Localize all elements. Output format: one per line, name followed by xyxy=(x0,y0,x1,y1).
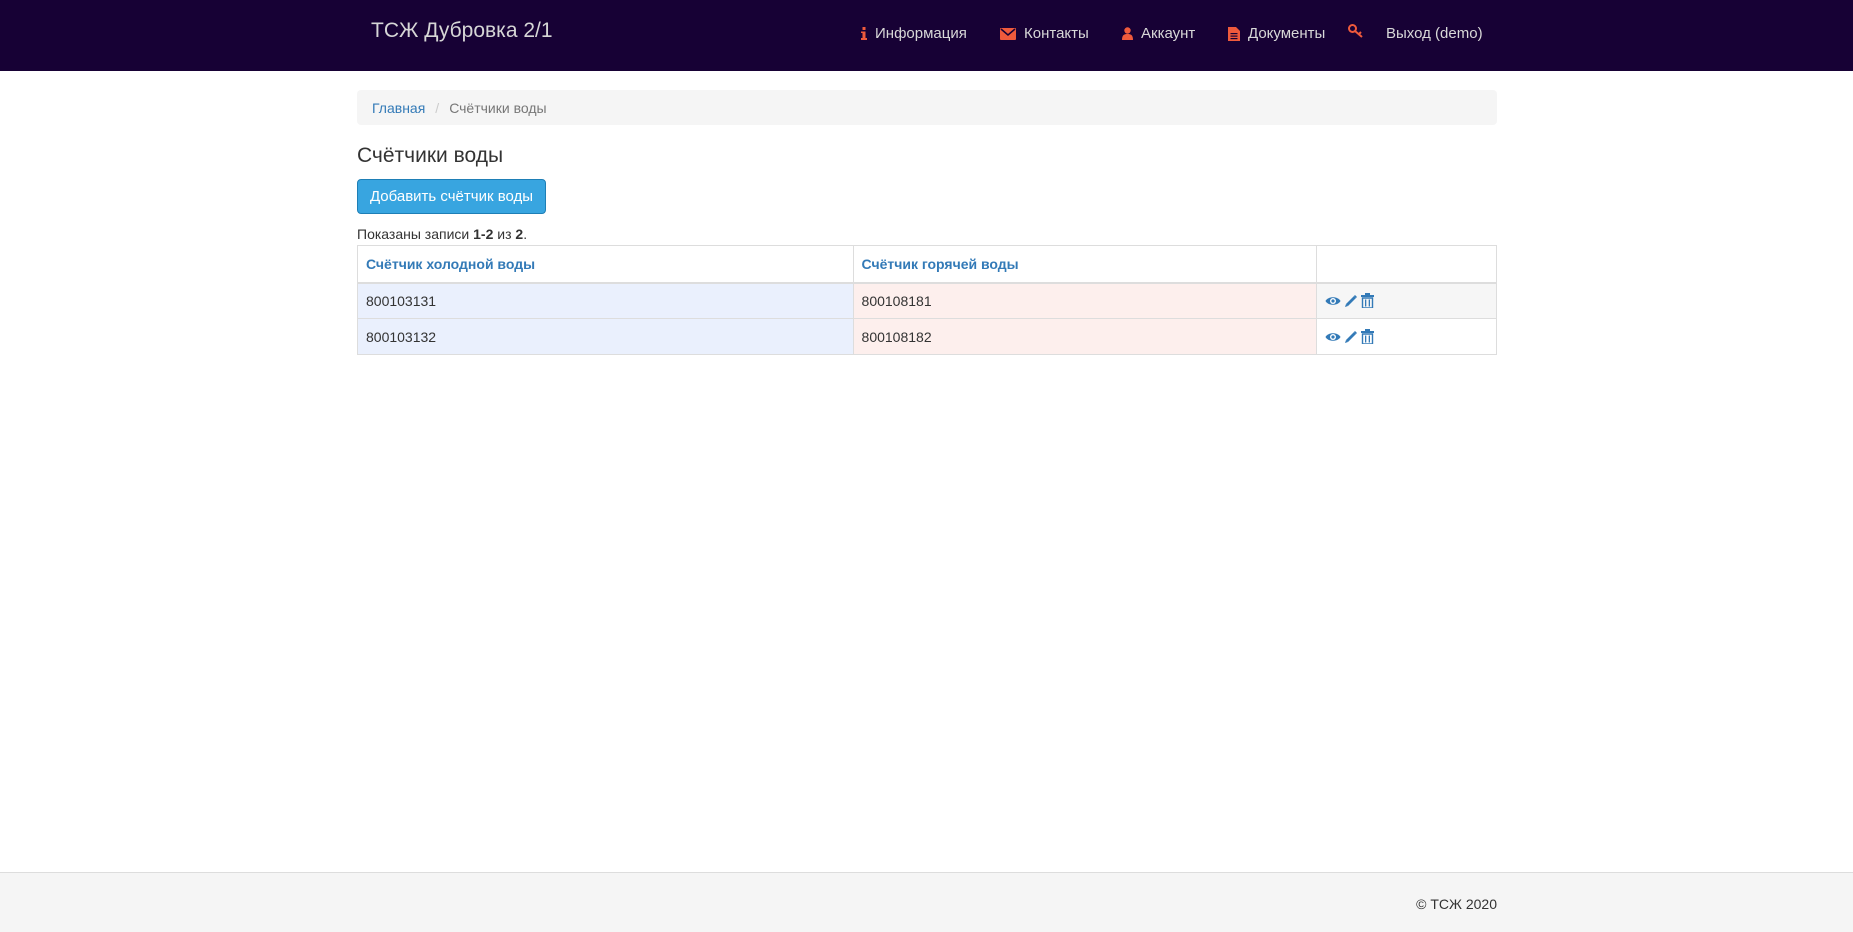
sort-link-hot[interactable]: Счётчик горячей воды xyxy=(862,256,1019,272)
page-title: Счётчики воды xyxy=(357,144,504,167)
summary-range: 1-2 xyxy=(473,226,494,242)
summary-prefix: Показаны записи xyxy=(357,226,474,242)
info-icon xyxy=(861,27,867,40)
nav-item-label: Информация xyxy=(875,25,967,42)
nav-item-documents[interactable]: Документы xyxy=(1228,25,1325,42)
add-water-meter-button[interactable]: Добавить счётчик воды xyxy=(357,179,546,214)
nav-item-account[interactable]: Аккаунт xyxy=(1122,25,1195,42)
eye-icon xyxy=(1325,332,1341,341)
sort-link-cold[interactable]: Счётчик холодной воды xyxy=(366,256,535,272)
nav-item-label: Аккаунт xyxy=(1141,25,1196,42)
water-meters-table: Счётчик холодной воды Счётчик горячей во… xyxy=(357,245,1497,355)
view-button[interactable] xyxy=(1325,295,1341,307)
pencil-icon xyxy=(1345,294,1358,307)
edit-button[interactable] xyxy=(1344,294,1358,308)
table-row: 800103131 800108181 xyxy=(357,282,1497,319)
table-row: 800103132 800108182 xyxy=(357,318,1497,355)
breadcrumb: Главная / Счётчики воды xyxy=(357,90,1497,125)
nav-item-label: Выход (demo) xyxy=(1386,25,1483,42)
hot-meter-cell: 800108181 xyxy=(852,282,1318,319)
column-header-hot: Счётчик горячей воды xyxy=(852,245,1318,284)
column-header-cold: Счётчик холодной воды xyxy=(357,245,854,284)
top-navbar: ТСЖ Дубровка 2/1 Информация Контакты Акк… xyxy=(0,0,1853,71)
row-actions-cell xyxy=(1316,282,1497,319)
summary-suffix: . xyxy=(523,226,528,242)
hot-meter-cell: 800108182 xyxy=(852,318,1318,355)
brand-title[interactable]: ТСЖ Дубровка 2/1 xyxy=(371,19,553,43)
nav-item-label: Контакты xyxy=(1024,25,1089,42)
view-button[interactable] xyxy=(1325,331,1341,343)
trash-icon xyxy=(1361,293,1375,309)
breadcrumb-current: Счётчики воды xyxy=(449,99,547,116)
edit-button[interactable] xyxy=(1344,330,1358,344)
summary-middle: из xyxy=(493,226,516,242)
footer-copyright: © ТСЖ 2020 xyxy=(1416,896,1497,912)
envelope-icon xyxy=(1000,27,1016,40)
column-header-actions xyxy=(1316,245,1497,284)
delete-button[interactable] xyxy=(1361,329,1375,344)
nav-item-contacts[interactable]: Контакты xyxy=(1000,25,1089,42)
nav-item-logout[interactable]: Выход (demo) xyxy=(1348,23,1483,42)
footer: © ТСЖ 2020 xyxy=(0,872,1853,932)
row-actions-cell xyxy=(1316,318,1497,355)
nav-item-info[interactable]: Информация xyxy=(861,25,967,42)
eye-icon xyxy=(1325,297,1341,305)
key-icon xyxy=(1348,23,1363,38)
file-icon xyxy=(1228,26,1240,41)
user-icon xyxy=(1122,27,1133,40)
pencil-icon xyxy=(1345,330,1358,343)
cold-meter-cell: 800103131 xyxy=(357,282,854,319)
delete-button[interactable] xyxy=(1361,293,1375,309)
cold-meter-cell: 800103132 xyxy=(357,318,854,355)
records-summary: Показаны записи 1-2 из 2. xyxy=(357,226,527,242)
breadcrumb-separator: / xyxy=(435,99,440,116)
nav-item-label: Документы xyxy=(1248,25,1326,42)
table-header-row: Счётчик холодной воды Счётчик горячей во… xyxy=(357,245,1497,284)
trash-icon xyxy=(1361,329,1375,344)
breadcrumb-home-link[interactable]: Главная xyxy=(372,100,425,116)
